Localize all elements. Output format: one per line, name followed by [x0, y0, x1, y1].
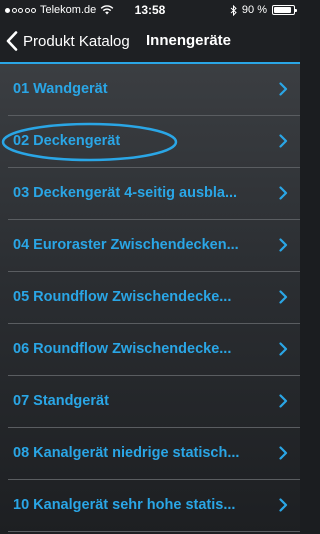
chevron-right-icon: [279, 82, 288, 96]
chevron-right-icon: [279, 134, 288, 148]
list-item-label: 10 Kanalgerät sehr hohe statis...: [13, 497, 236, 513]
list-item-kanalgeraet-hoch[interactable]: 10 Kanalgerät sehr hohe statis...: [8, 480, 300, 532]
list-item-wandgeraet[interactable]: 01 Wandgerät: [8, 64, 300, 116]
list-item-label: 04 Euroraster Zwischendecken...: [13, 237, 239, 253]
status-bar-right: 90 %: [230, 4, 297, 16]
list-item-standgeraet[interactable]: 07 Standgerät: [8, 376, 300, 428]
battery-percent: 90 %: [241, 4, 267, 16]
navigation-bar: Produkt Katalog Innengeräte: [0, 20, 300, 64]
battery-fill: [274, 7, 292, 13]
chevron-right-icon: [279, 498, 288, 512]
back-button-label: Produkt Katalog: [23, 32, 130, 50]
list-item-label: 08 Kanalgerät niedrige statisch...: [13, 445, 240, 461]
list-item-label: 03 Deckengerät 4-seitig ausbla...: [13, 185, 238, 201]
chevron-right-icon: [279, 186, 288, 200]
back-button[interactable]: Produkt Katalog: [6, 20, 130, 62]
list-item-deckengeraet[interactable]: 02 Deckengerät: [1, 116, 300, 168]
chevron-right-icon: [279, 446, 288, 460]
chevron-right-icon: [279, 342, 288, 356]
category-list: 01 Wandgerät 02 Deckengerät 03 Deckenger…: [0, 64, 300, 534]
bluetooth-icon: [230, 4, 237, 16]
list-item-label: 06 Roundflow Zwischendecke...: [13, 341, 232, 357]
list-item-euroraster[interactable]: 04 Euroraster Zwischendecken...: [8, 220, 300, 272]
back-chevron-icon: [6, 31, 18, 51]
status-bar: Telekom.de 13:58 90 %: [0, 0, 300, 20]
chevron-right-icon: [279, 290, 288, 304]
list-item-label: 05 Roundflow Zwischendecke...: [13, 289, 232, 305]
battery-icon: [272, 5, 297, 15]
chevron-right-icon: [279, 238, 288, 252]
list-item-label: 01 Wandgerät: [13, 81, 108, 97]
list-item-deckengeraet-4-seitig[interactable]: 03 Deckengerät 4-seitig ausbla...: [8, 168, 300, 220]
list-item-kanalgeraet-niedrig[interactable]: 08 Kanalgerät niedrige statisch...: [8, 428, 300, 480]
chevron-right-icon: [279, 394, 288, 408]
list-item-roundflow-06[interactable]: 06 Roundflow Zwischendecke...: [8, 324, 300, 376]
page-title: Innengeräte: [146, 32, 232, 49]
list-item-label: 07 Standgerät: [13, 393, 109, 409]
list-item-label: 02 Deckengerät: [13, 133, 121, 149]
list-item-roundflow-05[interactable]: 05 Roundflow Zwischendecke...: [8, 272, 300, 324]
battery-cap: [295, 9, 297, 12]
